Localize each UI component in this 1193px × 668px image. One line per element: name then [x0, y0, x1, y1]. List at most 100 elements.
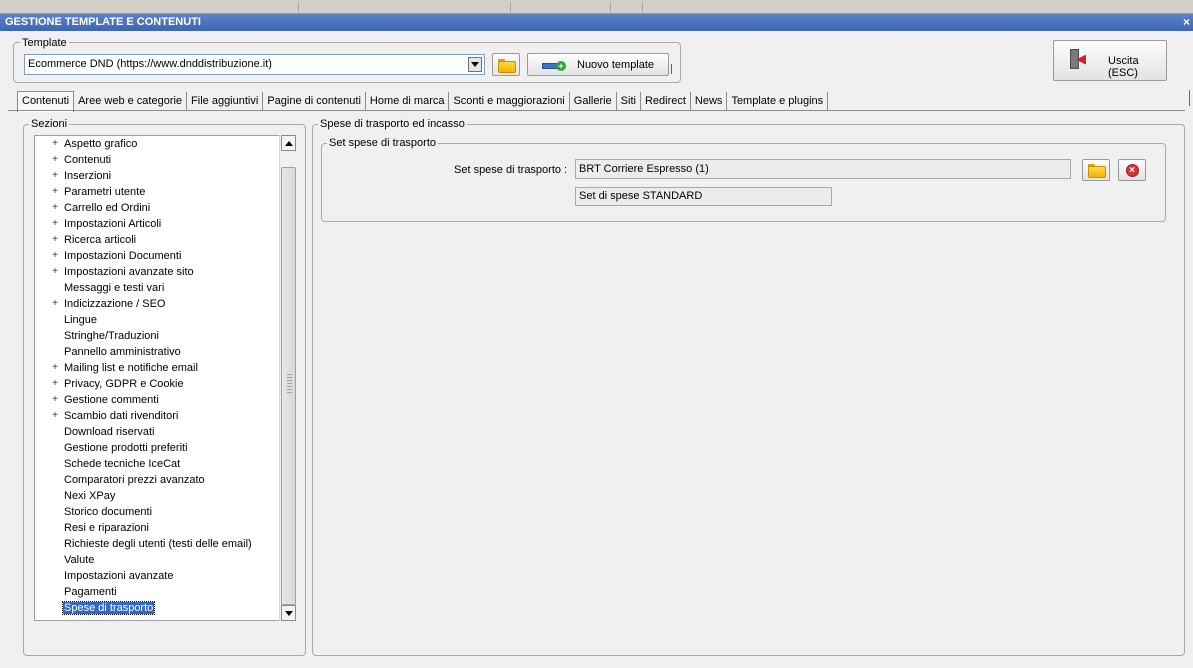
tree-item[interactable]: + Indicizzazione / SEO — [35, 296, 295, 312]
scroll-thumb[interactable] — [281, 167, 296, 605]
focus-caret — [671, 64, 672, 74]
tab-sconti[interactable]: Sconti e maggiorazioni — [449, 92, 570, 111]
tree-item[interactable]: Storico documenti — [35, 504, 295, 520]
tab-gallerie[interactable]: Gallerie — [570, 92, 617, 111]
scroll-down-icon[interactable] — [281, 605, 296, 621]
tree-item[interactable]: + Scambio dati rivenditori — [35, 408, 295, 424]
tab-siti[interactable]: Siti — [617, 92, 641, 111]
tree-item[interactable]: Richieste degli utenti (testi delle emai… — [35, 536, 295, 552]
tree-item[interactable]: + Aspetto grafico — [35, 136, 295, 152]
expand-icon[interactable]: + — [51, 264, 59, 280]
exit-door-icon: ◀ — [1068, 49, 1088, 71]
tree-item-label: Indicizzazione / SEO — [64, 298, 166, 310]
tree-item-label: Mailing list e notifiche email — [64, 362, 198, 374]
tree-item-label: Valute — [64, 554, 95, 566]
expand-icon[interactable]: + — [51, 408, 59, 424]
tree-item-label: Gestione commenti — [64, 394, 159, 406]
expand-icon[interactable]: + — [51, 248, 59, 264]
browse-shipping-set-button[interactable] — [1082, 159, 1110, 181]
tab-home-di-marca[interactable]: Home di marca — [366, 92, 450, 111]
tree-item-label: Ricerca articoli — [64, 234, 137, 246]
tab-contenuti[interactable]: Contenuti — [17, 91, 75, 112]
close-icon[interactable]: × — [1183, 14, 1190, 31]
top-strip-divider — [610, 2, 611, 12]
tree-item-label: Download riservati — [64, 426, 155, 438]
detail-legend: Spese di trasporto ed incasso — [318, 118, 467, 130]
tree-item[interactable]: + Impostazioni Articoli — [35, 216, 295, 232]
expand-icon[interactable]: + — [51, 392, 59, 408]
tree-item[interactable]: Lingue — [35, 312, 295, 328]
tree-item-label: Aspetto grafico — [64, 138, 138, 150]
tree-item[interactable]: + Mailing list e notifiche email — [35, 360, 295, 376]
top-strip — [0, 0, 1193, 14]
sections-tree[interactable]: + Aspetto grafico + Contenuti + Inserzioni + Pa… — [34, 135, 296, 621]
tree-item[interactable]: Pagamenti — [35, 584, 295, 600]
tree-item[interactable]: Comparatori prezzi avanzato — [35, 472, 295, 488]
tree-item-label: Carrello ed Ordini — [64, 202, 151, 214]
expand-icon[interactable]: + — [51, 296, 59, 312]
tree-item[interactable]: + Carrello ed Ordini — [35, 200, 295, 216]
tree-item[interactable]: + Contenuti — [35, 152, 295, 168]
tree-item-label: Pagamenti — [64, 586, 117, 598]
top-strip-divider — [298, 2, 299, 12]
tree-item-label: Comparatori prezzi avanzato — [64, 474, 205, 486]
tree-item-label: Privacy, GDPR e Cookie — [64, 378, 184, 390]
tree-item[interactable]: Stringhe/Traduzioni — [35, 328, 295, 344]
tree-item-label: Storico documenti — [64, 506, 153, 518]
tree-item[interactable]: + Inserzioni — [35, 168, 295, 184]
tree-item[interactable]: + Impostazioni Documenti — [35, 248, 295, 264]
tree-item[interactable]: Download riservati — [35, 424, 295, 440]
tab-news[interactable]: News — [691, 92, 728, 111]
tree-item[interactable]: Valute — [35, 552, 295, 568]
tree-item[interactable]: Nexi XPay — [35, 488, 295, 504]
expand-icon[interactable]: + — [51, 152, 59, 168]
tab-pagine-contenuti[interactable]: Pagine di contenuti — [263, 92, 366, 111]
tree-item[interactable]: + Ricerca articoli — [35, 232, 295, 248]
new-template-icon: + — [542, 61, 566, 71]
shipping-set-label: Set spese di trasporto : — [454, 164, 568, 176]
template-select[interactable]: Ecommerce DND (https://www.dnddistribuzi… — [24, 54, 485, 75]
window-title: GESTIONE TEMPLATE E CONTENUTI — [5, 16, 201, 28]
tree-item[interactable]: Impostazioni avanzate — [35, 568, 295, 584]
new-template-label: Nuovo template — [577, 59, 655, 71]
expand-icon[interactable]: + — [51, 216, 59, 232]
shipping-set-subfield: Set di spese STANDARD — [575, 187, 832, 206]
exit-button[interactable]: ◀ Uscita (ESC) — [1053, 40, 1167, 81]
tab-redirect[interactable]: Redirect — [641, 92, 691, 111]
delete-icon: × — [1125, 163, 1139, 177]
template-legend: Template — [20, 37, 69, 49]
tab-file-aggiuntivi[interactable]: File aggiuntivi — [187, 92, 264, 111]
tree-item[interactable]: + Privacy, GDPR e Cookie — [35, 376, 295, 392]
scroll-up-icon[interactable] — [281, 135, 296, 151]
expand-icon[interactable]: + — [51, 232, 59, 248]
tree-item-label: Stringhe/Traduzioni — [64, 330, 159, 342]
tree-item-label: Resi e riparazioni — [64, 522, 149, 534]
tree-item-label: Impostazioni avanzate — [64, 570, 174, 582]
tree-item[interactable]: Gestione prodotti preferiti — [35, 440, 295, 456]
browse-template-button[interactable] — [492, 53, 520, 76]
tree-item[interactable]: Messaggi e testi vari — [35, 280, 295, 296]
tree-item[interactable]: Pannello amministrativo — [35, 344, 295, 360]
tab-aree-web[interactable]: Aree web e categorie — [74, 92, 188, 111]
expand-icon[interactable]: + — [51, 376, 59, 392]
expand-icon[interactable]: + — [51, 200, 59, 216]
tree-item-label: Messaggi e testi vari — [64, 282, 165, 294]
expand-icon[interactable]: + — [51, 184, 59, 200]
tree-item[interactable]: + Parametri utente — [35, 184, 295, 200]
tree-item[interactable]: + Impostazioni avanzate sito — [35, 264, 295, 280]
tree-item[interactable]: Resi e riparazioni — [35, 520, 295, 536]
chevron-down-icon[interactable] — [468, 57, 482, 72]
tree-item-label: Gestione prodotti preferiti — [64, 442, 188, 454]
expand-icon[interactable]: + — [51, 360, 59, 376]
expand-icon[interactable]: + — [51, 136, 59, 152]
tab-template-plugins[interactable]: Template e plugins — [727, 92, 829, 111]
tree-item[interactable]: Spese di trasporto — [35, 600, 295, 616]
tree-item[interactable]: Schede tecniche IceCat — [35, 456, 295, 472]
expand-icon[interactable]: + — [51, 168, 59, 184]
delete-shipping-set-button[interactable]: × — [1118, 159, 1146, 181]
new-template-button[interactable]: + Nuovo template — [527, 53, 669, 76]
sections-scrollbar[interactable] — [279, 135, 296, 621]
tree-item-label: Parametri utente — [64, 186, 146, 198]
tree-item-label: Pannello amministrativo — [64, 346, 181, 358]
tree-item[interactable]: + Gestione commenti — [35, 392, 295, 408]
